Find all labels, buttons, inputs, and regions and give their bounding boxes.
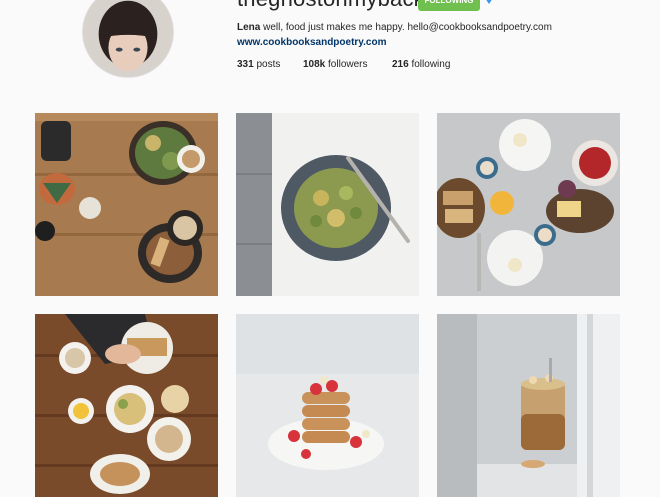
brunch-spread-marble-image: [437, 113, 620, 296]
grid-photo-2[interactable]: [236, 113, 419, 296]
grid-photo-5[interactable]: [236, 314, 419, 497]
following-label: following: [411, 59, 451, 70]
stat-following[interactable]: 216 following: [392, 59, 450, 70]
posts-label: posts: [256, 59, 281, 70]
followers-count: 108k: [303, 59, 326, 70]
profile-username: theghostonmyback: [237, 0, 425, 12]
grid-photo-6[interactable]: [437, 314, 620, 497]
stat-posts: 331 posts: [237, 59, 280, 70]
grid-photo-3[interactable]: [437, 113, 620, 296]
chevron-down-icon[interactable]: [485, 0, 493, 4]
website-link[interactable]: www.cookbooksandpoetry.com: [237, 37, 386, 48]
stat-followers[interactable]: 108k followers: [303, 59, 368, 70]
posts-count: 331: [237, 59, 254, 70]
grid-photo-4[interactable]: [35, 314, 218, 497]
following-count: 216: [392, 59, 409, 70]
jar-on-windowsill-image: [437, 314, 620, 497]
breakfast-table-wood-image: [35, 113, 218, 296]
pancake-stack-image: [236, 314, 419, 497]
profile-photo-icon: [83, 0, 173, 77]
profile-bio: Lena well, food just makes me happy. hel…: [237, 22, 552, 33]
cafe-table-hands-image: [35, 314, 218, 497]
avatar[interactable]: [82, 0, 174, 78]
bio-name: Lena: [237, 22, 261, 33]
pasta-bowl-linen-image: [236, 113, 419, 296]
followers-label: followers: [328, 59, 368, 70]
bio-text: well, food just makes me happy. hello@co…: [263, 22, 552, 33]
grid-photo-1[interactable]: [35, 113, 218, 296]
following-button[interactable]: Following: [418, 0, 480, 11]
